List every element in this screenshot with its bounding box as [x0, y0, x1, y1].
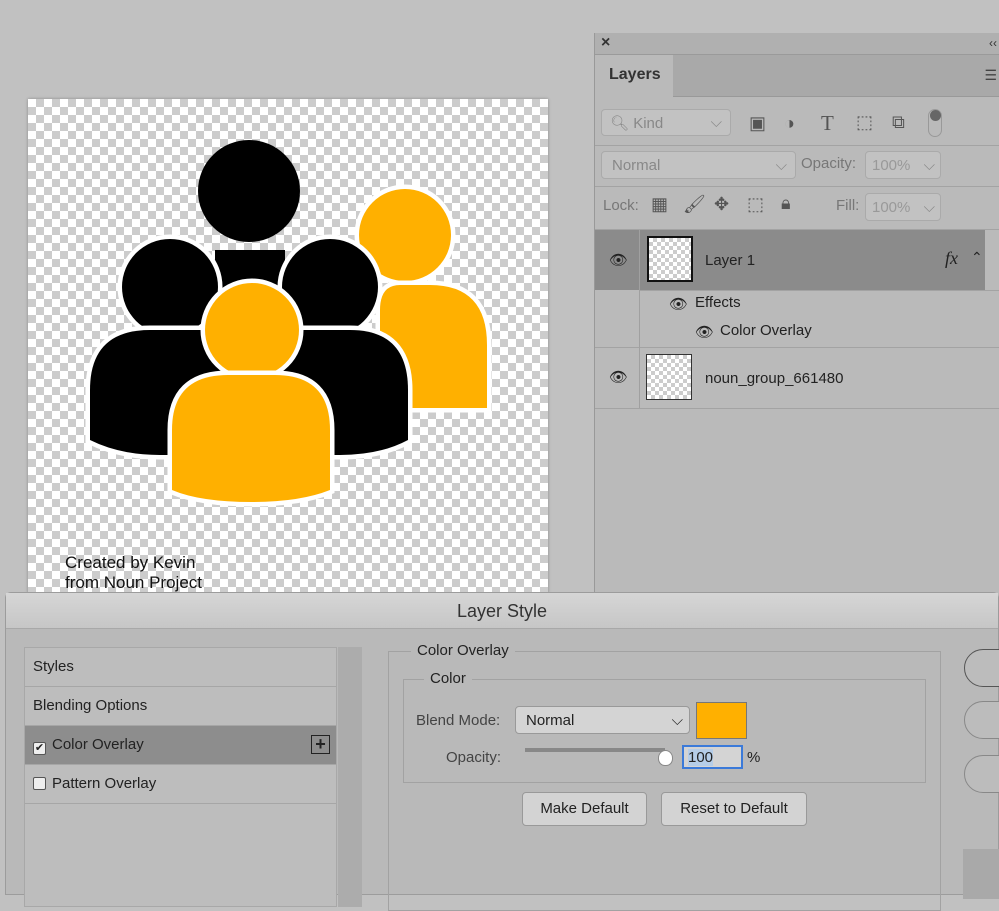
panel-title-bar: × ‹‹ [595, 33, 999, 55]
fill-label: Fill: [836, 197, 860, 214]
blend-mode-label: Blend Mode: [416, 712, 501, 729]
layer-name: Layer 1 [705, 252, 756, 269]
blend-mode-select[interactable]: Normal ⌵ [601, 151, 796, 179]
opacity-value: 100 [688, 749, 714, 766]
expand-chevron-icon[interactable]: ⌃ [971, 249, 983, 266]
blend-mode-value: Normal [612, 157, 661, 174]
list-item-styles[interactable]: Styles [25, 648, 336, 687]
layer-style-dialog: Layer Style Styles Blending Options ✔ Col… [5, 592, 999, 911]
chevron-down-icon: ⌵ [710, 114, 722, 131]
type-filter-icon[interactable]: T [821, 111, 834, 136]
add-plus-icon[interactable]: + [311, 735, 330, 754]
fx-icon[interactable]: fx [945, 248, 958, 269]
opacity-slider-thumb[interactable] [658, 750, 673, 766]
image-filter-icon[interactable]: ▣ [749, 113, 766, 134]
close-icon[interactable]: × [601, 34, 610, 52]
percent-unit: % [747, 749, 761, 766]
new-style-button[interactable] [964, 755, 999, 793]
layer-row-layer-1[interactable]: Layer 1 fx [595, 230, 985, 290]
chevron-down-icon[interactable]: ⌵ [924, 199, 935, 216]
credit-text: from Noun Project [65, 573, 202, 592]
filter-kind-select[interactable]: 🔍︎ Kind ⌵ [601, 109, 731, 136]
effects-eye-icon[interactable]: 👁︎ [669, 295, 688, 313]
item-label: Pattern Overlay [52, 775, 157, 792]
opacity-input[interactable]: 100% ⌵ [865, 151, 941, 179]
lock-label: Lock: [603, 197, 639, 214]
cancel-button[interactable] [964, 701, 999, 739]
adjustment-filter-icon[interactable]: ◑ [784, 113, 795, 134]
smart-object-filter-icon[interactable]: ⧉ [892, 112, 905, 133]
visibility-eye-icon[interactable]: 👁︎ [609, 368, 628, 386]
effect-color-overlay[interactable]: Color Overlay [720, 322, 812, 339]
filter-value: Kind [633, 115, 664, 132]
make-default-button[interactable]: Make Default [522, 792, 647, 826]
item-label: Styles [33, 658, 74, 675]
opacity-input[interactable]: 100 [682, 745, 743, 769]
item-label: Blending Options [33, 697, 148, 714]
reset-to-default-button[interactable]: Reset to Default [661, 792, 807, 826]
preview-swatch [963, 849, 999, 899]
search-icon: 🔍︎ [610, 115, 630, 132]
checkbox-checked[interactable]: ✔ [33, 742, 46, 755]
lock-brush-icon[interactable]: 🖌︎ [683, 194, 706, 215]
checkbox-unchecked[interactable] [33, 777, 46, 790]
ok-button[interactable] [964, 649, 999, 687]
item-label: Color Overlay [52, 736, 144, 753]
chevron-down-icon[interactable]: ⌵ [924, 157, 935, 174]
lock-all-icon[interactable]: 🔒︎ [781, 193, 791, 214]
layer-thumbnail [647, 236, 693, 282]
menu-icon[interactable]: ☰ [984, 67, 997, 84]
collapse-icon[interactable]: ‹‹ [989, 36, 997, 50]
opacity-slider-track[interactable] [525, 748, 665, 752]
layer-thumbnail [646, 354, 692, 400]
effects-label: Effects [695, 294, 741, 311]
list-item-pattern-overlay[interactable]: Pattern Overlay [25, 765, 336, 804]
fill-value: 100% [872, 199, 911, 216]
chevron-down-icon: ⌵ [671, 712, 683, 729]
layers-panel: × ‹‹ Layers ☰ 🔍︎ Kind ⌵ ▣ ◑ T ⬚ ⧉ Normal ⌵… [594, 33, 999, 595]
list-scrollbar[interactable] [338, 647, 362, 907]
layer-row-noun-group[interactable]: 👁︎ noun_group_661480 [595, 348, 999, 408]
visibility-eye-icon[interactable]: 👁︎ [609, 251, 628, 269]
credit-text: Created by Kevin [65, 553, 196, 572]
styles-list: Styles Blending Options ✔ Color Overlay +… [24, 647, 362, 907]
lock-move-icon[interactable]: ✥ [714, 194, 729, 215]
opacity-value: 100% [872, 157, 911, 174]
color-group: Color Blend Mode: Normal ⌵ Opacity: 100 % [403, 670, 926, 783]
opacity-label: Opacity: [446, 749, 502, 766]
list-item-color-overlay[interactable]: ✔ Color Overlay + [25, 726, 336, 765]
filter-toggle[interactable] [928, 109, 942, 137]
tab-bar: Layers ☰ [595, 55, 999, 97]
color-overlay-group: Color Overlay Color Blend Mode: Normal ⌵ … [388, 642, 941, 911]
shape-filter-icon[interactable]: ⬚ [856, 112, 873, 133]
color-overlay-eye-icon[interactable]: 👁︎ [695, 323, 714, 341]
color-swatch[interactable] [696, 702, 747, 739]
lock-transparency-icon[interactable]: ▦ [651, 194, 668, 215]
lock-artboard-icon[interactable]: ⬚ [747, 194, 764, 215]
dialog-title: Layer Style [6, 593, 998, 629]
layer-name: noun_group_661480 [705, 370, 844, 387]
fill-input[interactable]: 100% ⌵ [865, 193, 941, 221]
list-item-blending-options[interactable]: Blending Options [25, 687, 336, 726]
chevron-down-icon: ⌵ [775, 157, 787, 174]
section-title: Color Overlay [411, 642, 515, 659]
blend-mode-value: Normal [526, 712, 575, 729]
group-title: Color [424, 670, 472, 687]
opacity-label: Opacity: [801, 155, 857, 172]
group-people-artwork [85, 140, 492, 507]
blend-mode-select[interactable]: Normal ⌵ [515, 706, 690, 734]
document-canvas[interactable]: Created by Kevin from Noun Project [28, 99, 548, 594]
tab-layers[interactable]: Layers [595, 55, 673, 97]
